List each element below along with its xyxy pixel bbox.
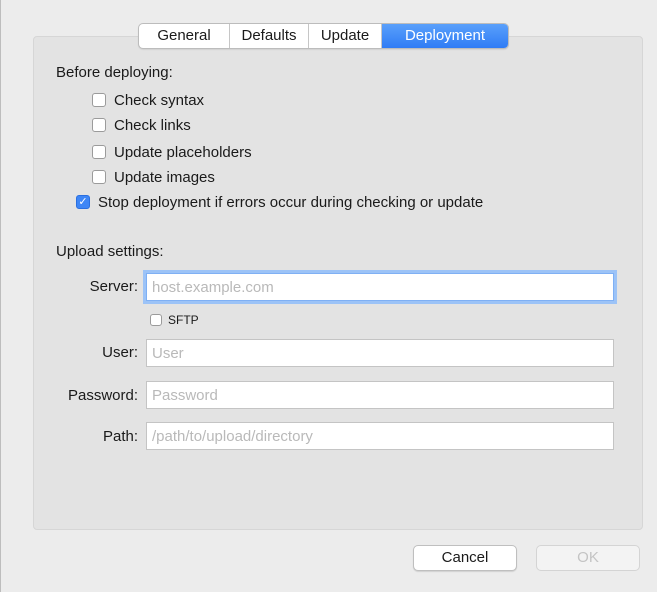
check-syntax-checkbox[interactable] bbox=[92, 93, 106, 107]
user-label: User: bbox=[102, 344, 138, 361]
stop-deployment-label: Stop deployment if errors occur during c… bbox=[98, 193, 484, 211]
stop-deployment-option[interactable]: ✓ Stop deployment if errors occur during… bbox=[76, 191, 483, 213]
upload-settings-heading: Upload settings: bbox=[56, 243, 164, 260]
path-label: Path: bbox=[102, 428, 138, 445]
update-placeholders-checkbox[interactable] bbox=[92, 145, 106, 159]
sftp-label: SFTP bbox=[168, 313, 199, 327]
check-syntax-option[interactable]: Check syntax bbox=[92, 89, 204, 111]
sftp-checkbox[interactable] bbox=[150, 314, 162, 326]
update-placeholders-option[interactable]: Update placeholders bbox=[92, 141, 252, 163]
tab-general[interactable]: General bbox=[139, 24, 230, 48]
server-input[interactable] bbox=[146, 273, 614, 301]
checkmark-icon: ✓ bbox=[78, 195, 88, 208]
tab-defaults[interactable]: Defaults bbox=[230, 24, 309, 48]
update-images-checkbox[interactable] bbox=[92, 170, 106, 184]
tab-bar: General Defaults Update Deployment bbox=[138, 23, 509, 49]
update-placeholders-label: Update placeholders bbox=[114, 143, 252, 161]
check-links-checkbox[interactable] bbox=[92, 118, 106, 132]
user-input[interactable] bbox=[146, 339, 614, 367]
before-deploying-heading: Before deploying: bbox=[56, 64, 173, 81]
cancel-button[interactable]: Cancel bbox=[413, 545, 517, 571]
tab-update[interactable]: Update bbox=[309, 24, 382, 48]
check-links-label: Check links bbox=[114, 116, 191, 134]
stop-deployment-checkbox[interactable]: ✓ bbox=[76, 195, 90, 209]
window-edge bbox=[0, 0, 1, 592]
update-images-label: Update images bbox=[114, 168, 215, 186]
password-input[interactable] bbox=[146, 381, 614, 409]
password-label: Password: bbox=[67, 387, 138, 404]
check-links-option[interactable]: Check links bbox=[92, 114, 191, 136]
server-label: Server: bbox=[89, 278, 138, 295]
ok-button[interactable]: OK bbox=[536, 545, 640, 571]
sftp-option[interactable]: SFTP bbox=[150, 309, 199, 331]
update-images-option[interactable]: Update images bbox=[92, 166, 215, 188]
path-input[interactable] bbox=[146, 422, 614, 450]
check-syntax-label: Check syntax bbox=[114, 91, 205, 109]
tab-deployment[interactable]: Deployment bbox=[382, 24, 508, 48]
